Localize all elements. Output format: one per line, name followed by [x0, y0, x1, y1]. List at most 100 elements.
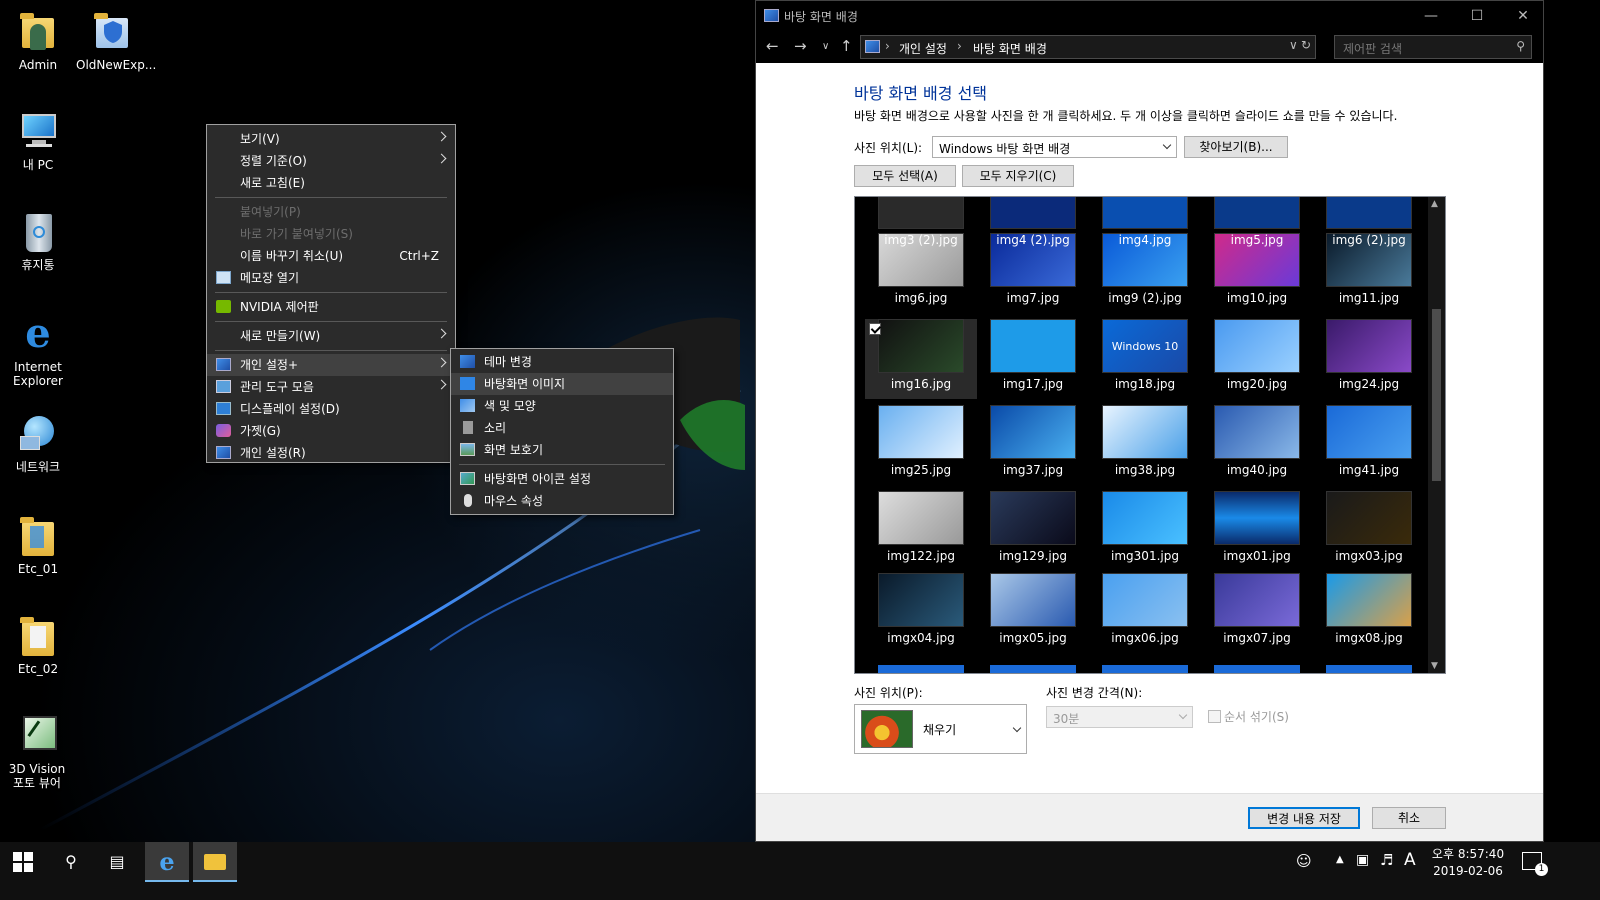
- search-icon: ⚲: [1516, 39, 1525, 53]
- select-all-button[interactable]: 모두 선택(A): [854, 165, 956, 187]
- menu-item-open-notepad[interactable]: 메모장 열기: [207, 267, 455, 289]
- submenu-item-sound[interactable]: 소리: [451, 417, 673, 439]
- show-hidden-icons[interactable]: ▲: [1336, 854, 1344, 865]
- desktop-icon-etc01[interactable]: Etc_01: [6, 514, 70, 576]
- breadcrumb-personalize[interactable]: 개인 설정: [899, 40, 947, 57]
- menu-item-view[interactable]: 보기(V): [207, 128, 455, 150]
- address-bar[interactable]: › 개인 설정 › 바탕 화면 배경 ∨ ↻: [860, 35, 1316, 59]
- taskbar-file-explorer[interactable]: [193, 842, 237, 882]
- menu-item-new[interactable]: 새로 만들기(W): [207, 325, 455, 347]
- menu-item-label: 화면 보호기: [484, 443, 544, 457]
- wallpaper-thumbnail[interactable]: img37.jpg: [977, 405, 1089, 485]
- volume-icon[interactable]: ♬: [1380, 851, 1393, 869]
- wallpaper-thumbnail[interactable]: imgx04.jpg: [865, 573, 977, 653]
- breadcrumb-desktop-background[interactable]: 바탕 화면 배경: [973, 40, 1047, 57]
- desktop-icon-label: Etc_01: [17, 562, 59, 576]
- wallpaper-thumbnail[interactable]: img4.jpg: [1089, 197, 1201, 255]
- wallpaper-thumbnail[interactable]: img129.jpg: [977, 491, 1089, 571]
- network-icon: [16, 412, 60, 456]
- search-input[interactable]: 제어판 검색 ⚲: [1334, 35, 1532, 59]
- submenu-item-change-theme[interactable]: 테마 변경: [451, 351, 673, 373]
- wallpaper-thumbnail[interactable]: img41.jpg: [1313, 405, 1425, 485]
- network-tray-icon[interactable]: ▣: [1356, 852, 1369, 868]
- grid-scrollbar[interactable]: ▲ ▼: [1428, 197, 1445, 673]
- wallpaper-thumbnail[interactable]: img4 (2).jpg: [977, 197, 1089, 255]
- wallpaper-thumbnail[interactable]: img122.jpg: [865, 491, 977, 571]
- wallpaper-thumbnail[interactable]: img24.jpg: [1313, 319, 1425, 399]
- desktop-icon-recycle-bin[interactable]: 휴지통: [6, 210, 70, 272]
- desktop-icon-network[interactable]: 네트워크: [6, 412, 70, 474]
- minimize-button[interactable]: —: [1408, 1, 1454, 31]
- cancel-button[interactable]: 취소: [1372, 807, 1446, 829]
- menu-item-gadgets[interactable]: 가젯(G): [207, 420, 455, 442]
- up-arrow-icon[interactable]: ↑: [840, 37, 853, 55]
- taskbar-internet-explorer[interactable]: e: [145, 842, 189, 882]
- wallpaper-thumbnail[interactable]: img20.jpg: [1201, 319, 1313, 399]
- close-button[interactable]: ✕: [1500, 1, 1546, 31]
- menu-item-refresh[interactable]: 새로 고침(E): [207, 172, 455, 194]
- submenu-item-desktop-background[interactable]: 바탕화면 이미지: [451, 373, 673, 395]
- wallpaper-filename: imgx07.jpg: [1223, 631, 1291, 645]
- refresh-icon[interactable]: ↻: [1301, 38, 1311, 52]
- wallpaper-thumbnail[interactable]: img16.jpg: [865, 319, 977, 399]
- clock[interactable]: 오후 8:57:40 2019-02-06: [1420, 846, 1516, 880]
- forward-arrow-icon[interactable]: →: [794, 37, 807, 55]
- wallpaper-thumbnail[interactable]: img3 (2).jpg: [865, 197, 977, 255]
- people-icon[interactable]: ☺: [1296, 852, 1312, 870]
- menu-item-personalize-plus[interactable]: 개인 설정+: [207, 354, 455, 376]
- menu-item-undo-rename[interactable]: 이름 바꾸기 취소(U) Ctrl+Z: [207, 245, 455, 267]
- submenu-item-screensaver[interactable]: 화면 보호기: [451, 439, 673, 461]
- menu-item-personalize[interactable]: 개인 설정(R): [207, 442, 455, 464]
- scroll-down-icon[interactable]: ▼: [1431, 661, 1438, 671]
- wallpaper-preview-partial: [1214, 665, 1300, 673]
- wallpaper-thumbnail[interactable]: img301.jpg: [1089, 491, 1201, 571]
- user-folder-icon: [16, 10, 60, 54]
- wallpaper-thumbnail[interactable]: img38.jpg: [1089, 405, 1201, 485]
- menu-item-admin-tools[interactable]: 관리 도구 모음: [207, 376, 455, 398]
- wallpaper-thumbnail[interactable]: img17.jpg: [977, 319, 1089, 399]
- chevron-down-icon: [1012, 723, 1022, 733]
- maximize-button[interactable]: ☐: [1454, 1, 1500, 31]
- wallpaper-thumbnail[interactable]: img25.jpg: [865, 405, 977, 485]
- menu-item-display-settings[interactable]: 디스플레이 설정(D): [207, 398, 455, 420]
- desktop-icon-internet-explorer[interactable]: e Internet Explorer: [6, 312, 70, 389]
- desktop-icon-etc02[interactable]: Etc_02: [6, 614, 70, 676]
- wallpaper-thumbnail[interactable]: img40.jpg: [1201, 405, 1313, 485]
- desktop-icon-3d-vision[interactable]: 3D Vision 포토 뷰어: [2, 714, 72, 790]
- wallpaper-thumbnail[interactable]: Windows 10 img18.jpg: [1089, 319, 1201, 399]
- wallpaper-thumbnail[interactable]: imgx05.jpg: [977, 573, 1089, 653]
- menu-item-label: 메모장 열기: [240, 271, 300, 285]
- browse-button[interactable]: 찾아보기(B)...: [1184, 136, 1288, 158]
- scrollbar-thumb[interactable]: [1432, 309, 1441, 481]
- ime-indicator[interactable]: A: [1404, 850, 1416, 870]
- clear-all-button[interactable]: 모두 지우기(C): [962, 165, 1074, 187]
- desktop-icon-oldnewexp[interactable]: OldNewExp...: [76, 10, 156, 72]
- wallpaper-thumbnail[interactable]: imgx08.jpg: [1313, 573, 1425, 653]
- start-button[interactable]: [0, 842, 46, 882]
- save-changes-button[interactable]: 변경 내용 저장: [1248, 807, 1360, 829]
- wallpaper-thumbnail[interactable]: imgx07.jpg: [1201, 573, 1313, 653]
- scroll-up-icon[interactable]: ▲: [1431, 199, 1438, 209]
- selection-checkbox[interactable]: [869, 323, 881, 335]
- recent-dropdown-icon[interactable]: ∨: [822, 41, 829, 52]
- wallpaper-thumbnail[interactable]: img6 (2).jpg: [1313, 197, 1425, 255]
- chevron-down-icon[interactable]: ∨: [1289, 38, 1298, 52]
- menu-item-sort-by[interactable]: 정렬 기준(O): [207, 150, 455, 172]
- picture-location-select[interactable]: Windows 바탕 화면 배경: [932, 136, 1177, 158]
- wallpaper-thumbnail[interactable]: img5.jpg: [1201, 197, 1313, 255]
- submenu-item-color-appearance[interactable]: 색 및 모양: [451, 395, 673, 417]
- submenu-item-mouse-properties[interactable]: 마우스 속성: [451, 490, 673, 512]
- menu-item-nvidia-control-panel[interactable]: NVIDIA 제어판: [207, 296, 455, 318]
- desktop-icon-this-pc[interactable]: 내 PC: [6, 110, 70, 172]
- notification-center-icon[interactable]: 1: [1522, 852, 1548, 876]
- wallpaper-thumbnail[interactable]: imgx01.jpg: [1201, 491, 1313, 571]
- search-button[interactable]: ⚲: [48, 842, 94, 882]
- wallpaper-thumbnail[interactable]: imgx06.jpg: [1089, 573, 1201, 653]
- desktop-icon-admin[interactable]: Admin: [6, 10, 70, 72]
- back-arrow-icon[interactable]: ←: [766, 37, 779, 55]
- wallpaper-preview: [1102, 197, 1188, 229]
- task-view-button[interactable]: ▤: [94, 842, 140, 882]
- submenu-item-desktop-icon-settings[interactable]: 바탕화면 아이콘 설정: [451, 468, 673, 490]
- wallpaper-thumbnail[interactable]: imgx03.jpg: [1313, 491, 1425, 571]
- picture-position-select[interactable]: 채우기: [854, 704, 1027, 754]
